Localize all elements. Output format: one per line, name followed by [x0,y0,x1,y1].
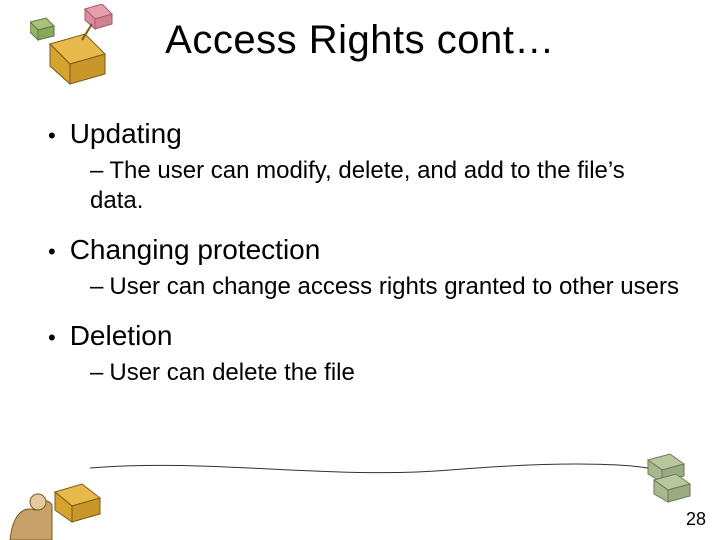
bullet-label: Updating [70,118,182,150]
dash-icon: – [90,359,103,386]
sub-bullet-text: User can delete the file [109,359,354,386]
sub-bullet-deletion: –User can delete the file [90,358,680,388]
page-number: 28 [686,509,706,530]
bullet-dot-icon: • [48,324,56,352]
sub-bullet-text: The user can modify, delete, and add to … [90,157,625,214]
dash-icon: – [90,273,103,300]
slide-body: • Updating –The user can modify, delete,… [48,100,680,398]
bullet-dot-icon: • [48,238,56,266]
slide-title: Access Rights cont… [0,18,720,63]
bullet-label: Deletion [70,320,173,352]
corner-art-bottom-right-icon [640,450,700,510]
sub-bullet-text: User can change access rights granted to… [109,273,679,300]
sub-bullet-changing-protection: –User can change access rights granted t… [90,272,680,302]
bullet-deletion: • Deletion [48,320,680,352]
corner-art-bottom-left-icon [0,450,130,540]
bullet-changing-protection: • Changing protection [48,234,680,266]
slide: Access Rights cont… • Updating –The user… [0,0,720,540]
dash-icon: – [90,157,103,184]
footer-divider-icon [90,458,660,484]
sub-bullet-updating: –The user can modify, delete, and add to… [90,156,680,216]
bullet-dot-icon: • [48,122,56,150]
bullet-label: Changing protection [70,234,321,266]
bullet-updating: • Updating [48,118,680,150]
